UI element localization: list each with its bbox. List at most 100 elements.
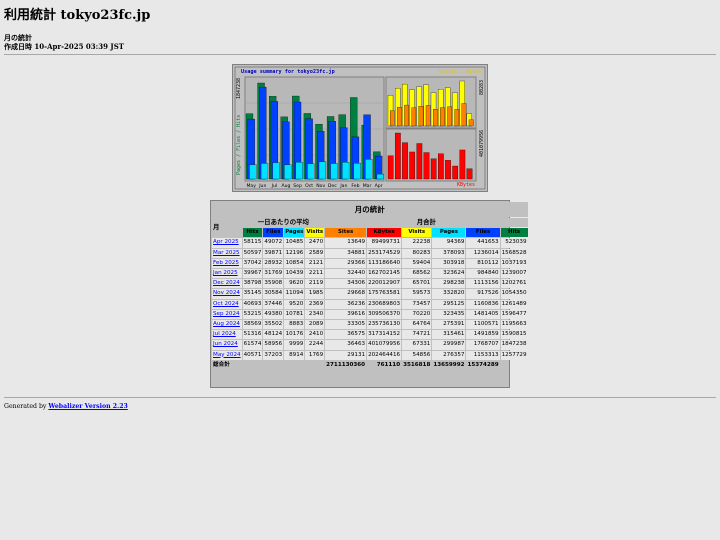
month-link[interactable]: Nov 2024 xyxy=(213,290,240,296)
graph-title: Usage summary for tokyo23fc.jp xyxy=(241,68,335,75)
table-cell: 59404 xyxy=(402,258,432,269)
table-cell: 36575 xyxy=(325,330,367,340)
table-cell: 29668 xyxy=(325,289,367,299)
table-cell: 1590815 xyxy=(500,330,528,340)
footer-prefix: Generated by xyxy=(4,403,47,410)
sites-bar xyxy=(411,107,417,127)
monthly-stats-table-container: 月の統計 月 一日あたりの平均 月合計 Hits Files Pages Visits… xyxy=(210,200,528,388)
sites-bar xyxy=(425,105,431,127)
table-cell: 39967 xyxy=(242,269,263,279)
table-cell: 36463 xyxy=(325,340,367,350)
month-link[interactable]: Apr 2025 xyxy=(213,239,239,245)
table-cell: 49380 xyxy=(263,309,284,320)
month-link[interactable]: Jan 2025 xyxy=(213,270,238,276)
table-cell: 378093 xyxy=(432,248,466,258)
pages-bar xyxy=(365,159,373,180)
table-cell: 1236014 xyxy=(466,248,500,258)
table-cell: 175763581 xyxy=(367,289,402,299)
table-cell: 2211 xyxy=(305,269,325,279)
sites-bar xyxy=(461,103,467,127)
webalizer-link[interactable]: Webalizer Version 2.23 xyxy=(48,403,127,410)
kbytes-bar xyxy=(402,142,408,180)
table-cell: 35502 xyxy=(263,320,284,330)
table-cell: 32440 xyxy=(325,269,367,279)
table-cell: 67331 xyxy=(402,340,432,350)
total-label: 総合計 xyxy=(212,360,325,371)
kbytes-bar xyxy=(466,168,473,180)
month-tick-label: Apr xyxy=(375,183,383,189)
month-tick-label: Feb xyxy=(351,183,359,189)
table-cell: 2340 xyxy=(305,309,325,320)
table-cell: 37203 xyxy=(263,350,284,360)
monthly-stats-table: 月の統計 月 一日あたりの平均 月合計 Hits Files Pages Visits… xyxy=(211,201,529,371)
month-tick-label: Jan xyxy=(339,183,347,189)
month-tick-label: May xyxy=(246,183,256,189)
y-right-bottom-max-label: 401079956 xyxy=(479,130,485,157)
sites-bar xyxy=(454,109,460,127)
table-cell: 80283 xyxy=(402,248,432,258)
table-cell: 1160836 xyxy=(466,299,500,309)
month-link[interactable]: Jun 2024 xyxy=(213,341,238,347)
table-cell: 34306 xyxy=(325,279,367,289)
table-cell: 65701 xyxy=(402,279,432,289)
month-link[interactable]: Mar 2025 xyxy=(213,250,240,256)
table-cell: 58115 xyxy=(242,238,263,248)
table-cell: 323624 xyxy=(432,269,466,279)
month-cell: Jan 2025 xyxy=(212,269,242,279)
total-cell: 3516818 xyxy=(402,360,432,371)
table-row: Jul 2024 51316 48124 10176 2410 36575 31731415… xyxy=(212,330,528,340)
table-cell: 523039 xyxy=(500,238,528,248)
table-cell: 441653 xyxy=(466,238,500,248)
month-link[interactable]: Feb 2025 xyxy=(213,260,239,266)
total-row: 総合計 2711130360 761110 3516818 13659992 15374… xyxy=(212,360,528,371)
avg-col-visits: Visits xyxy=(305,228,325,238)
table-cell: 235736130 xyxy=(367,320,402,330)
sites-bar xyxy=(440,107,445,127)
month-link[interactable]: Dec 2024 xyxy=(213,280,240,286)
sites-bar xyxy=(447,106,452,127)
pages-bar xyxy=(284,164,292,180)
month-cell: Mar 2025 xyxy=(212,248,242,258)
kbytes-bar xyxy=(395,132,401,180)
table-cell: 2244 xyxy=(305,340,325,350)
usage-summary-chart: Usage summary for tokyo23fc.jp Visits / S… xyxy=(233,65,487,191)
usage-summary-graph: Usage summary for tokyo23fc.jp Visits / S… xyxy=(232,64,488,192)
table-row: May 2024 40571 37203 8914 1769 29131 202464416… xyxy=(212,350,528,360)
table-cell: 53215 xyxy=(242,309,263,320)
table-cell: 34881 xyxy=(325,248,367,258)
table-row: Sep 2024 53215 49380 10781 2340 39616 30950637… xyxy=(212,309,528,320)
pages-bar xyxy=(376,173,384,180)
table-cell: 1113156 xyxy=(466,279,500,289)
table-cell: 35908 xyxy=(263,279,284,289)
avg-col-pages: Pages xyxy=(284,228,305,238)
table-cell: 1768707 xyxy=(466,340,500,350)
pages-bar xyxy=(295,162,303,180)
total-col-kbytes: KBytes xyxy=(367,228,402,238)
table-cell: 1202761 xyxy=(500,279,528,289)
month-link[interactable]: Sep 2024 xyxy=(213,311,240,317)
table-cell: 298238 xyxy=(432,279,466,289)
sites-bar xyxy=(404,104,409,127)
month-cell: Nov 2024 xyxy=(212,289,242,299)
table-cell: 984840 xyxy=(466,269,500,279)
table-cell: 299987 xyxy=(432,340,466,350)
table-cell: 68562 xyxy=(402,269,432,279)
table-cell: 917526 xyxy=(466,289,500,299)
table-cell: 9520 xyxy=(284,299,305,309)
table-cell: 13649 xyxy=(325,238,367,248)
visits-sites-legend: Visits / Sites xyxy=(439,69,481,75)
table-cell: 39616 xyxy=(325,309,367,320)
table-cell: 31769 xyxy=(263,269,284,279)
month-link[interactable]: Jul 2024 xyxy=(213,331,236,337)
table-cell: 73457 xyxy=(402,299,432,309)
kbytes-bar xyxy=(430,158,437,180)
table-cell: 1239007 xyxy=(500,269,528,279)
month-cell: Feb 2025 xyxy=(212,258,242,269)
month-cell: May 2024 xyxy=(212,350,242,360)
month-link[interactable]: May 2024 xyxy=(213,352,241,358)
month-link[interactable]: Oct 2024 xyxy=(213,301,239,307)
month-link[interactable]: Aug 2024 xyxy=(213,321,240,327)
table-cell: 8914 xyxy=(284,350,305,360)
table-cell: 2470 xyxy=(305,238,325,248)
table-cell: 51316 xyxy=(242,330,263,340)
